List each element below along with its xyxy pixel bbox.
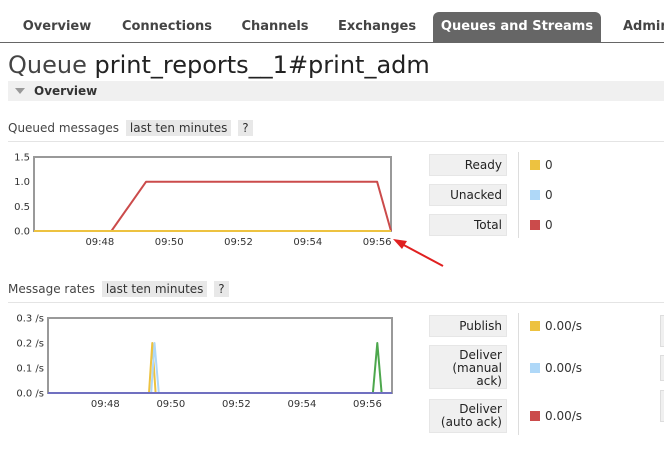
- y-tick-label: 1.5: [14, 153, 30, 164]
- y-tick-label: 0.0 /s: [16, 389, 44, 400]
- truncated-column: [660, 315, 664, 347]
- deliver-manual-swatch: [530, 363, 540, 373]
- truncated-column: [660, 355, 664, 381]
- ready-value: 0: [545, 158, 553, 172]
- publish-value: 0.00/s: [545, 319, 583, 333]
- queued-messages-label: Queued messages: [8, 121, 120, 135]
- total-swatch: [530, 220, 540, 230]
- x-tick-label: 09:52: [222, 399, 251, 410]
- y-tick-label: 0.3 /s: [16, 314, 44, 325]
- plot-frame: [47, 317, 393, 394]
- x-tick-label: 09:52: [224, 237, 253, 248]
- tab-channels[interactable]: Channels: [230, 12, 320, 42]
- tab-exchanges[interactable]: Exchanges: [328, 12, 426, 42]
- deliver-auto-value: 0.00/s: [545, 409, 583, 423]
- x-tick-label: 09:56: [353, 399, 382, 410]
- label-line: ack): [476, 374, 502, 388]
- message-rates-heading: Message rates last ten minutes ?: [8, 281, 229, 297]
- queue-name: print_reports__1#print_adm: [94, 51, 430, 79]
- main-nav: Overview Connections Channels Exchanges …: [0, 0, 664, 43]
- x-tick-label: 09:48: [85, 237, 114, 248]
- divider: [8, 141, 664, 142]
- queued-messages-chart: 0.0 0.5 1.0 1.5 09:48 09:50 09:52 09:54 09:56: [14, 153, 392, 248]
- ready-swatch: [530, 160, 540, 170]
- deliver-auto-swatch: [530, 411, 540, 421]
- message-rates-label: Message rates: [8, 282, 96, 296]
- stat-label-publish: Publish: [429, 315, 507, 337]
- unacked-value: 0: [545, 188, 553, 202]
- stat-label-total: Total: [429, 214, 507, 236]
- x-tick-label: 09:54: [287, 399, 316, 410]
- y-tick-label: 0.0: [14, 227, 30, 238]
- truncated-column: [660, 390, 664, 422]
- divider: [8, 302, 664, 303]
- overview-section-toggle[interactable]: Overview: [8, 81, 664, 101]
- x-tick-label: 09:50: [155, 237, 184, 248]
- queued-range-selector[interactable]: last ten minutes: [125, 120, 232, 136]
- unacked-swatch: [530, 190, 540, 200]
- x-tick-label: 09:48: [91, 399, 120, 410]
- tab-overview[interactable]: Overview: [10, 12, 104, 42]
- message-rates-chart: 0.0 /s 0.1 /s 0.2 /s 0.3 /s 09:48 09:50 09:52 0…: [16, 314, 393, 410]
- y-tick-label: 1.0: [14, 177, 30, 188]
- deliver-manual-value: 0.00/s: [545, 361, 583, 375]
- y-tick-label: 0.2 /s: [16, 339, 44, 350]
- stat-label-unacked: Unacked: [429, 184, 507, 206]
- tab-queues-and-streams[interactable]: Queues and Streams: [433, 12, 601, 42]
- plot-frame: [33, 156, 392, 232]
- stat-divider: [518, 313, 519, 435]
- page-title: Queue print_reports__1#print_adm: [8, 51, 430, 79]
- queued-messages-heading: Queued messages last ten minutes ?: [8, 120, 253, 136]
- x-tick-label: 09:56: [363, 237, 392, 248]
- section-title: Overview: [34, 84, 98, 98]
- stat-label-ready: Ready: [429, 154, 507, 176]
- stat-label-deliver-auto-ack: Deliver (auto ack): [429, 399, 507, 433]
- queued-help-button[interactable]: ?: [238, 120, 253, 136]
- page-title-prefix: Queue: [8, 51, 87, 79]
- collapse-triangle-icon: [15, 88, 25, 94]
- label-line: (auto ack): [440, 415, 502, 429]
- rates-range-selector[interactable]: last ten minutes: [101, 281, 208, 297]
- total-value: 0: [545, 218, 553, 232]
- publish-swatch: [530, 321, 540, 331]
- y-tick-label: 0.1 /s: [16, 364, 44, 375]
- x-tick-label: 09:54: [293, 237, 322, 248]
- tab-admin[interactable]: Admin: [612, 12, 664, 42]
- tab-connections[interactable]: Connections: [112, 12, 222, 42]
- y-tick-label: 0.5: [14, 202, 30, 213]
- stat-label-deliver-manual-ack: Deliver (manual ack): [429, 345, 507, 389]
- x-tick-label: 09:50: [156, 399, 185, 410]
- stat-divider: [518, 152, 519, 238]
- rates-help-button[interactable]: ?: [214, 281, 229, 297]
